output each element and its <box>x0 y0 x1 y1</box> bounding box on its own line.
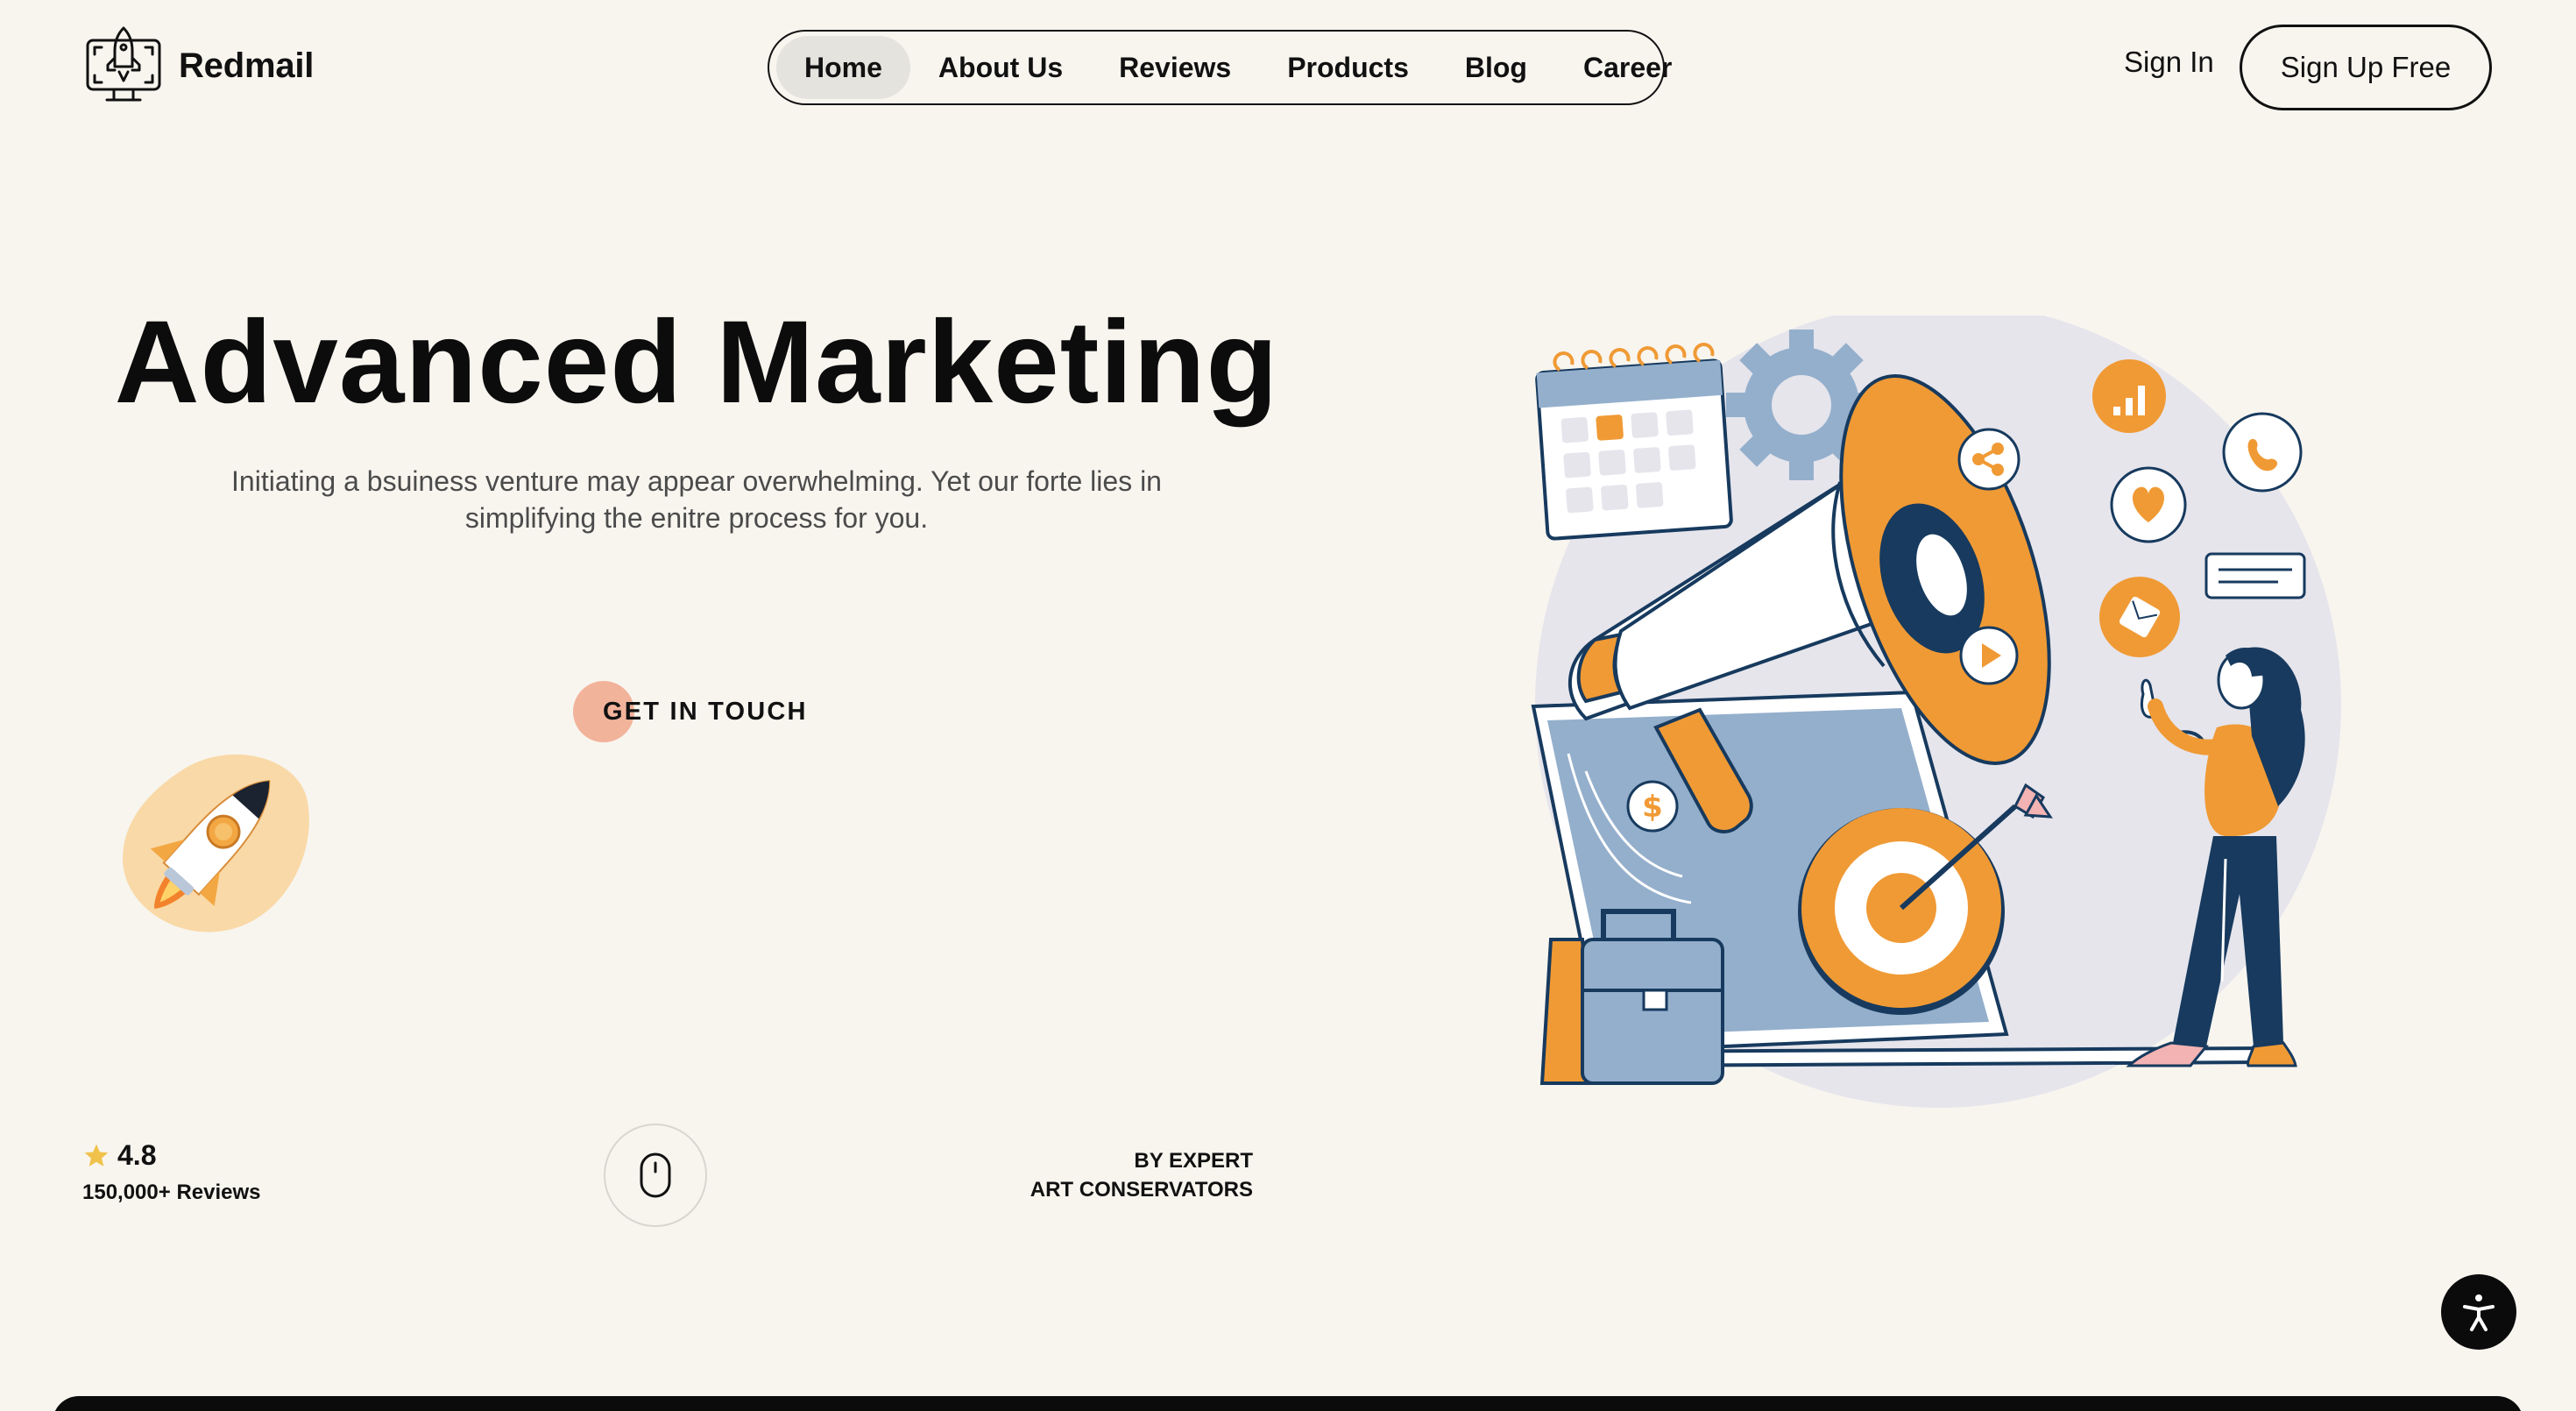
main-nav: Home About Us Reviews Products Blog Care… <box>768 30 1672 105</box>
rating-block: 4.8 150,000+ Reviews <box>82 1139 261 1205</box>
svg-text:$: $ <box>1642 790 1663 825</box>
accessibility-button[interactable] <box>2441 1274 2516 1350</box>
expert-line-1: BY EXPERT <box>1134 1149 1253 1173</box>
nav-item-career[interactable]: Career <box>1555 36 1700 99</box>
marketing-megaphone-illustration: $ <box>1531 316 2341 1108</box>
accessibility-icon <box>2463 1294 2495 1331</box>
hero-title: Advanced Marketing <box>114 297 1279 428</box>
brand-name: Redmail <box>179 46 315 85</box>
nav-item-home[interactable]: Home <box>776 36 910 99</box>
rating-value: 4.8 <box>117 1139 157 1171</box>
next-section-bar <box>53 1396 2523 1411</box>
nav-item-products[interactable]: Products <box>1259 36 1437 99</box>
get-in-touch-button[interactable]: GET IN TOUCH <box>573 680 808 743</box>
sign-up-button[interactable]: Sign Up Free <box>2240 25 2492 110</box>
cta-label: GET IN TOUCH <box>603 697 808 726</box>
expert-line-2: ART CONSERVATORS <box>1030 1178 1253 1202</box>
hero-subtitle: Initiating a bsuiness venture may appear… <box>231 465 1162 534</box>
rocket-illustration <box>123 754 309 932</box>
landing-page: Redmail Home About Us Reviews Products B… <box>0 0 2576 1411</box>
nav-item-blog[interactable]: Blog <box>1437 36 1555 99</box>
nav-item-reviews[interactable]: Reviews <box>1091 36 1259 99</box>
nav-item-about-us[interactable]: About Us <box>910 36 1091 99</box>
star-icon <box>84 1144 109 1166</box>
rating-row: 4.8 <box>82 1139 261 1172</box>
review-count: 150,000+ Reviews <box>82 1181 261 1204</box>
brand-logo[interactable]: Redmail <box>82 25 314 107</box>
expert-tagline: BY EXPERT ART CONSERVATORS <box>990 1146 1253 1204</box>
sign-in-link[interactable]: Sign In <box>2124 46 2214 79</box>
scroll-down-button[interactable] <box>604 1124 707 1227</box>
rocket-monitor-icon <box>86 26 161 102</box>
mouse-scroll-icon <box>640 1152 671 1198</box>
